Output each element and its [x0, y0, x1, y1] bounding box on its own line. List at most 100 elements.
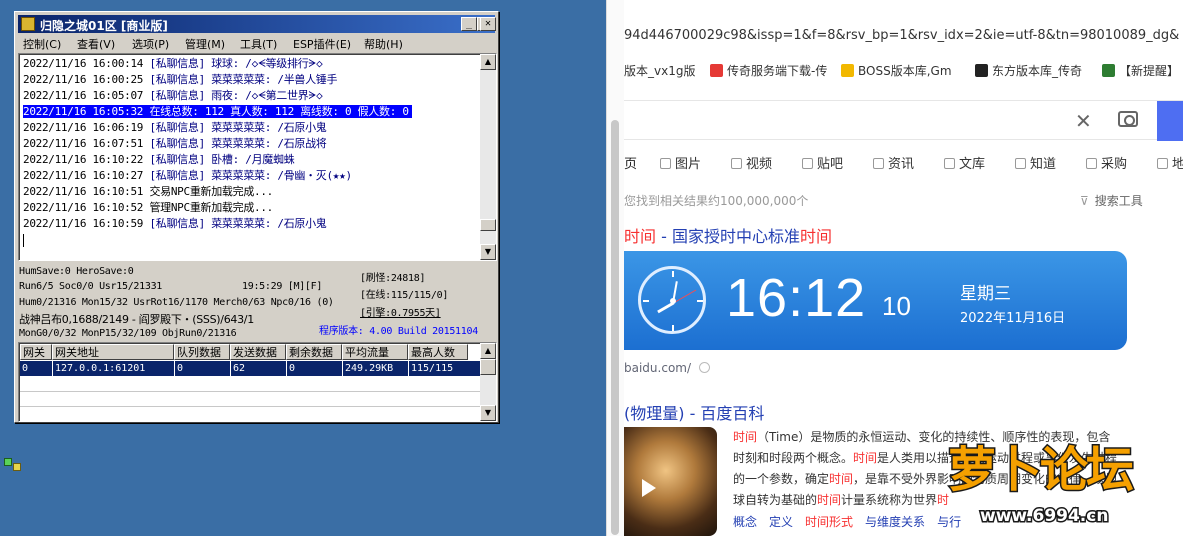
related-link[interactable]: 与维度关系 [865, 515, 925, 529]
search-button[interactable] [1157, 101, 1183, 141]
bookmark-item[interactable]: 版本_vx1g版 [624, 62, 695, 79]
menu-view[interactable]: 查看(V) [77, 36, 115, 52]
col-max-users[interactable]: 最高人数 [408, 344, 468, 360]
server-log[interactable]: 2022/11/16 16:00:14 [私聊信息] 球球: /◇ᗕ等级排行ᗒ◇… [18, 53, 497, 261]
menu-help[interactable]: 帮助(H) [364, 36, 403, 52]
status-save: HumSave:0 HeroSave:0 [19, 266, 134, 277]
game-server-window: 归隐之城01区 [商业版] _ □ ✕ 控制(C) 查看(V) 选项(P) 管理… [14, 11, 499, 423]
related-links: 概念 定义 时间形式 与维度关系 与行 [733, 513, 973, 530]
tab-web[interactable]: 页 [624, 153, 637, 172]
time-card[interactable]: 16:12 10 星期三 2022年11月16日 [624, 251, 1127, 350]
grid-line [20, 406, 481, 407]
log-line: 2022/11/16 16:00:25 [私聊信息] 菜菜菜菜菜: /半兽人锤手 [23, 73, 338, 86]
cell-queue: 0 [174, 361, 183, 376]
cell-max-users: 115/115 [408, 361, 453, 376]
title-bar[interactable]: 归隐之城01区 [商业版] _ □ [18, 15, 495, 33]
tab-map[interactable]: 地 [1157, 153, 1183, 172]
result-title-link[interactable]: (物理量) - 百度百科 [624, 400, 764, 424]
page-scrollbar[interactable] [606, 0, 624, 536]
minimize-button[interactable]: _ [461, 17, 477, 31]
tab-zhidao[interactable]: 知道 [1015, 153, 1056, 172]
cell-avg-traffic: 249.29KB [342, 361, 393, 376]
cell-address: 127.0.0.1:61201 [52, 361, 145, 376]
log-line: 2022/11/16 16:10:51 交易NPC重新加载完成... [23, 185, 273, 198]
desktop-shortcut-icon[interactable] [2, 455, 24, 475]
scroll-thumb[interactable] [480, 219, 496, 231]
log-line: 2022/11/16 16:07:51 [私聊信息] 菜菜菜菜菜: /石原战将 [23, 137, 327, 150]
col-avg-traffic[interactable]: 平均流量 [342, 344, 408, 360]
scroll-thumb[interactable] [611, 120, 619, 535]
status-mon: MonG0/0/32 MonP15/32/109 ObjRun0/21316 [19, 328, 237, 339]
address-bar[interactable]: 94d446700029c98&issp=1&f=8&rsv_bp=1&rsv_… [624, 28, 1179, 43]
result-title-link[interactable]: 时间 - 国家授时中心标准时间 [624, 223, 832, 247]
menu-control[interactable]: 控制(C) [23, 36, 61, 52]
cell-remaining: 0 [286, 361, 295, 376]
watermark-logo: 萝卜论坛 www.6994.cn [940, 430, 1183, 536]
watermark-text: 萝卜论坛 [946, 441, 1135, 500]
search-box[interactable]: ✕ [624, 100, 1183, 141]
tab-caigou[interactable]: 采购 [1086, 153, 1127, 172]
close-button[interactable]: ✕ [480, 17, 496, 31]
bookmark-item[interactable]: 东方版本库_传奇 [975, 62, 1082, 79]
scroll-down-arrow-icon[interactable]: ▼ [480, 405, 496, 421]
col-address[interactable]: 网关地址 [52, 344, 174, 360]
menu-tools[interactable]: 工具(T) [240, 36, 277, 52]
log-line: 2022/11/16 16:10:22 [私聊信息] 卧槽: /月魔蜘蛛 [23, 153, 295, 166]
video-thumbnail[interactable] [624, 427, 717, 536]
current-date: 2022年11月16日 [960, 311, 1066, 326]
table-scrollbar[interactable]: ▲ ▼ [480, 343, 496, 421]
tab-images[interactable]: 图片 [660, 153, 701, 172]
status-clock: 19:5:29 [M][F] [242, 281, 323, 292]
status-monster-count: [刷怪:24818] [360, 273, 426, 284]
col-gateway[interactable]: 网关 [20, 344, 52, 360]
bookmark-item[interactable]: 【新提醒】 [1102, 62, 1179, 79]
weekday: 星期三 [960, 284, 1011, 304]
menu-manage[interactable]: 管理(M) [185, 36, 225, 52]
status-engine-uptime: [引擎:0.7955天] [360, 308, 441, 319]
bookmark-item[interactable]: BOSS版本库,Gm [841, 62, 952, 79]
log-line: 2022/11/16 16:05:07 [私聊信息] 雨夜: /◇ᗕ第二世界ᗒ◇ [23, 89, 323, 102]
log-line: 2022/11/16 16:10:52 管理NPC重新加载完成... [23, 201, 273, 214]
bookmark-item[interactable]: 传奇服务端下载-传 [710, 62, 827, 79]
menu-esp-plugin[interactable]: ESP插件(E) [293, 36, 351, 52]
tab-tieba[interactable]: 贴吧 [802, 153, 843, 172]
scroll-thumb[interactable] [480, 359, 496, 375]
current-seconds: 10 [882, 291, 911, 321]
result-count: 您找到相关结果约100,000,000个 [624, 194, 809, 208]
log-scrollbar[interactable]: ▲ ▼ [480, 54, 496, 260]
app-icon [21, 17, 35, 31]
version-label: 程序版本: 4.00 Build 20151104 [319, 326, 478, 337]
cell-gateway: 0 [22, 363, 29, 374]
scroll-down-arrow-icon[interactable]: ▼ [480, 244, 496, 260]
play-icon [642, 479, 656, 497]
grid-line [20, 391, 481, 392]
current-time: 16:12 [726, 268, 867, 328]
col-remaining[interactable]: 剩余数据 [286, 344, 342, 360]
log-line: 2022/11/16 16:10:27 [私聊信息] 菜菜菜菜菜: /骨幽・灭(… [23, 169, 352, 182]
log-line: 2022/11/16 16:10:59 [私聊信息] 菜菜菜菜菜: /石原小鬼 [23, 217, 327, 230]
status-online: [在线:115/115/0] [360, 290, 449, 301]
clock-icon [638, 266, 706, 334]
cell-sent: 62 [230, 361, 245, 376]
text-cursor [23, 234, 24, 247]
tab-wenku[interactable]: 文库 [944, 153, 985, 172]
menu-options[interactable]: 选项(P) [132, 36, 169, 52]
status-hum: Hum0/21316 Mon15/32 UsrRot16/1170 Merch0… [19, 297, 334, 308]
clear-icon[interactable]: ✕ [1075, 109, 1092, 133]
scroll-up-arrow-icon[interactable]: ▲ [480, 343, 496, 359]
col-queue[interactable]: 队列数据 [174, 344, 230, 360]
col-sent[interactable]: 发送数据 [230, 344, 286, 360]
camera-icon[interactable] [1118, 111, 1138, 127]
gateway-table[interactable]: 网关 网关地址 队列数据 发送数据 剩余数据 平均流量 最高人数 0 127.0… [18, 342, 497, 422]
related-link[interactable]: 时间形式 [805, 515, 853, 529]
search-tools-button[interactable]: 搜索工具 [1080, 192, 1143, 209]
source-url[interactable]: baidu.com/ [624, 361, 710, 375]
status-panel: HumSave:0 HeroSave:0 Run6/5 Soc0/0 Usr15… [18, 262, 497, 342]
related-link[interactable]: 概念 [733, 515, 757, 529]
tab-news[interactable]: 资讯 [873, 153, 914, 172]
tab-videos[interactable]: 视频 [731, 153, 772, 172]
log-line: 2022/11/16 16:05:32 在线总数: 112 真人数: 112 离… [23, 104, 412, 119]
status-top-player: 战神吕布0,1688/2149 - 阎罗殿下・(SSS)/643/1 [19, 313, 254, 326]
related-link[interactable]: 定义 [769, 515, 793, 529]
scroll-up-arrow-icon[interactable]: ▲ [480, 54, 496, 70]
